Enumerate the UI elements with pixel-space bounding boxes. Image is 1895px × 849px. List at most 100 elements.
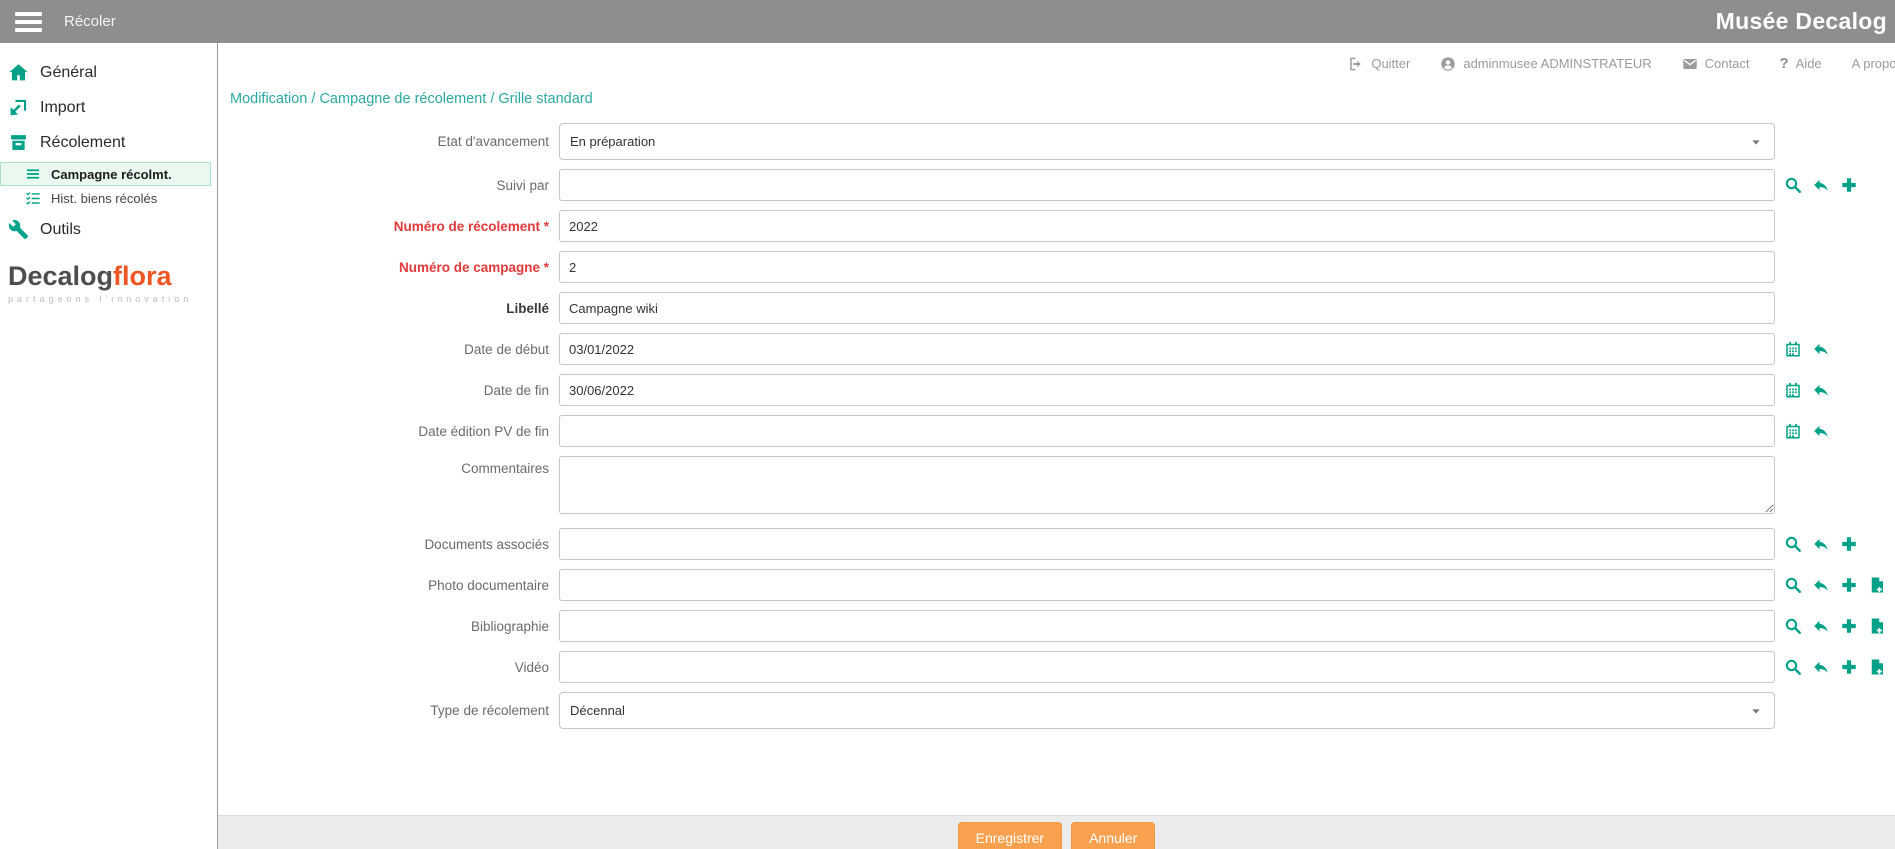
- logo-brand-left: Decalog: [8, 261, 113, 291]
- app-title: Récoler: [64, 13, 116, 30]
- logo-brand-right: flora: [113, 261, 172, 291]
- user-icon: [1440, 56, 1456, 72]
- field-label-documents-associes: Documents associés: [218, 537, 549, 552]
- search-icon[interactable]: [1784, 658, 1802, 676]
- type-recolement-value: Décennal: [570, 703, 625, 718]
- sidebar-item-label: Hist. biens récolés: [51, 191, 157, 206]
- suivi-par-input[interactable]: [559, 169, 1775, 201]
- form-footer: Enregistrer Annuler: [218, 815, 1895, 849]
- field-label-type-recolement: Type de récolement: [218, 703, 549, 718]
- field-label-libelle: Libellé: [218, 301, 549, 316]
- sidebar-item-import[interactable]: Import: [0, 90, 217, 125]
- numero-recolement-input[interactable]: [559, 210, 1775, 242]
- field-label-etat-avancement: Etat d'avancement: [218, 134, 549, 149]
- undo-icon[interactable]: [1812, 176, 1830, 194]
- archive-box-icon: [8, 132, 29, 153]
- user-label: adminmusee ADMINSTRATEUR: [1463, 56, 1651, 71]
- wrench-icon: [8, 219, 29, 240]
- calendar-icon[interactable]: [1784, 340, 1802, 358]
- undo-icon[interactable]: [1812, 381, 1830, 399]
- sidebar-item-label: Général: [40, 64, 97, 82]
- top-bar: Récoler Musée Decalog: [0, 0, 1895, 43]
- add-icon[interactable]: [1840, 658, 1858, 676]
- field-label-date-fin: Date de fin: [218, 383, 549, 398]
- museum-brand-title: Musée Decalog: [1716, 8, 1887, 35]
- contact-link[interactable]: Contact: [1682, 56, 1750, 72]
- sidebar-item-hist-biens-recoles[interactable]: Hist. biens récolés: [0, 186, 211, 210]
- chevron-down-icon: [1748, 703, 1764, 719]
- add-icon[interactable]: [1840, 535, 1858, 553]
- undo-icon[interactable]: [1812, 617, 1830, 635]
- search-icon[interactable]: [1784, 176, 1802, 194]
- add-file-icon[interactable]: [1868, 617, 1886, 635]
- about-link[interactable]: A propos: [1852, 56, 1895, 71]
- cancel-button[interactable]: Annuler: [1071, 822, 1155, 849]
- sidebar: Général Import Récolement Campagne récol…: [0, 43, 218, 849]
- undo-icon[interactable]: [1812, 535, 1830, 553]
- commentaires-textarea[interactable]: [559, 456, 1775, 514]
- chevron-down-icon: [1748, 134, 1764, 150]
- decalog-flora-logo: Decalogflora partageons l'innovation: [8, 263, 217, 304]
- undo-icon[interactable]: [1812, 576, 1830, 594]
- search-icon[interactable]: [1784, 535, 1802, 553]
- user-account-link[interactable]: adminmusee ADMINSTRATEUR: [1440, 56, 1651, 72]
- date-edition-pv-input[interactable]: [559, 415, 1775, 447]
- hamburger-menu-icon[interactable]: [15, 12, 42, 32]
- mail-icon: [1682, 56, 1698, 72]
- add-icon[interactable]: [1840, 576, 1858, 594]
- quit-link[interactable]: Quitter: [1348, 56, 1410, 72]
- field-label-bibliographie: Bibliographie: [218, 619, 549, 634]
- bibliographie-input[interactable]: [559, 610, 1775, 642]
- sidebar-item-label: Import: [40, 99, 85, 117]
- campaign-form: Etat d'avancement En préparation Suivi p…: [218, 123, 1895, 738]
- question-icon: ?: [1779, 55, 1788, 72]
- about-label: A propos: [1852, 56, 1895, 71]
- help-link[interactable]: ? Aide: [1779, 55, 1821, 72]
- numero-campagne-input[interactable]: [559, 251, 1775, 283]
- menu-lines-icon: [25, 166, 41, 182]
- save-button[interactable]: Enregistrer: [958, 822, 1062, 849]
- etat-avancement-value: En préparation: [570, 134, 655, 149]
- etat-avancement-select[interactable]: En préparation: [559, 123, 1775, 160]
- add-icon[interactable]: [1840, 176, 1858, 194]
- sidebar-item-label: Récolement: [40, 134, 125, 152]
- documents-associes-input[interactable]: [559, 528, 1775, 560]
- undo-icon[interactable]: [1812, 658, 1830, 676]
- import-icon: [8, 97, 29, 118]
- field-label-numero-campagne: Numéro de campagne *: [218, 260, 549, 275]
- field-label-commentaires: Commentaires: [218, 456, 549, 476]
- field-label-photo-documentaire: Photo documentaire: [218, 578, 549, 593]
- add-file-icon[interactable]: [1868, 576, 1886, 594]
- type-recolement-select[interactable]: Décennal: [559, 692, 1775, 729]
- main-content: Quitter adminmusee ADMINSTRATEUR Contact…: [218, 43, 1895, 849]
- sidebar-item-outils[interactable]: Outils: [0, 212, 217, 247]
- undo-icon[interactable]: [1812, 340, 1830, 358]
- sidebar-submenu: Campagne récolmt. Hist. biens récolés: [0, 162, 211, 210]
- quit-label: Quitter: [1371, 56, 1410, 71]
- field-label-numero-recolement: Numéro de récolement *: [218, 219, 549, 234]
- add-icon[interactable]: [1840, 617, 1858, 635]
- logout-icon: [1348, 56, 1364, 72]
- add-file-icon[interactable]: [1868, 658, 1886, 676]
- search-icon[interactable]: [1784, 576, 1802, 594]
- home-icon: [8, 62, 29, 83]
- date-debut-input[interactable]: [559, 333, 1775, 365]
- calendar-icon[interactable]: [1784, 381, 1802, 399]
- breadcrumb: Modification / Campagne de récolement / …: [230, 91, 593, 107]
- libelle-input[interactable]: [559, 292, 1775, 324]
- video-input[interactable]: [559, 651, 1775, 683]
- sidebar-item-campagne-recolement[interactable]: Campagne récolmt.: [0, 162, 211, 186]
- photo-documentaire-input[interactable]: [559, 569, 1775, 601]
- sidebar-item-label: Outils: [40, 221, 81, 239]
- field-label-date-debut: Date de début: [218, 342, 549, 357]
- header-links: Quitter adminmusee ADMINSTRATEUR Contact…: [1348, 55, 1895, 72]
- sidebar-item-recolement[interactable]: Récolement: [0, 125, 217, 160]
- checklist-icon: [25, 190, 41, 206]
- date-fin-input[interactable]: [559, 374, 1775, 406]
- calendar-icon[interactable]: [1784, 422, 1802, 440]
- logo-tagline: partageons l'innovation: [8, 294, 217, 304]
- undo-icon[interactable]: [1812, 422, 1830, 440]
- search-icon[interactable]: [1784, 617, 1802, 635]
- sidebar-item-general[interactable]: Général: [0, 55, 217, 90]
- field-label-video: Vidéo: [218, 660, 549, 675]
